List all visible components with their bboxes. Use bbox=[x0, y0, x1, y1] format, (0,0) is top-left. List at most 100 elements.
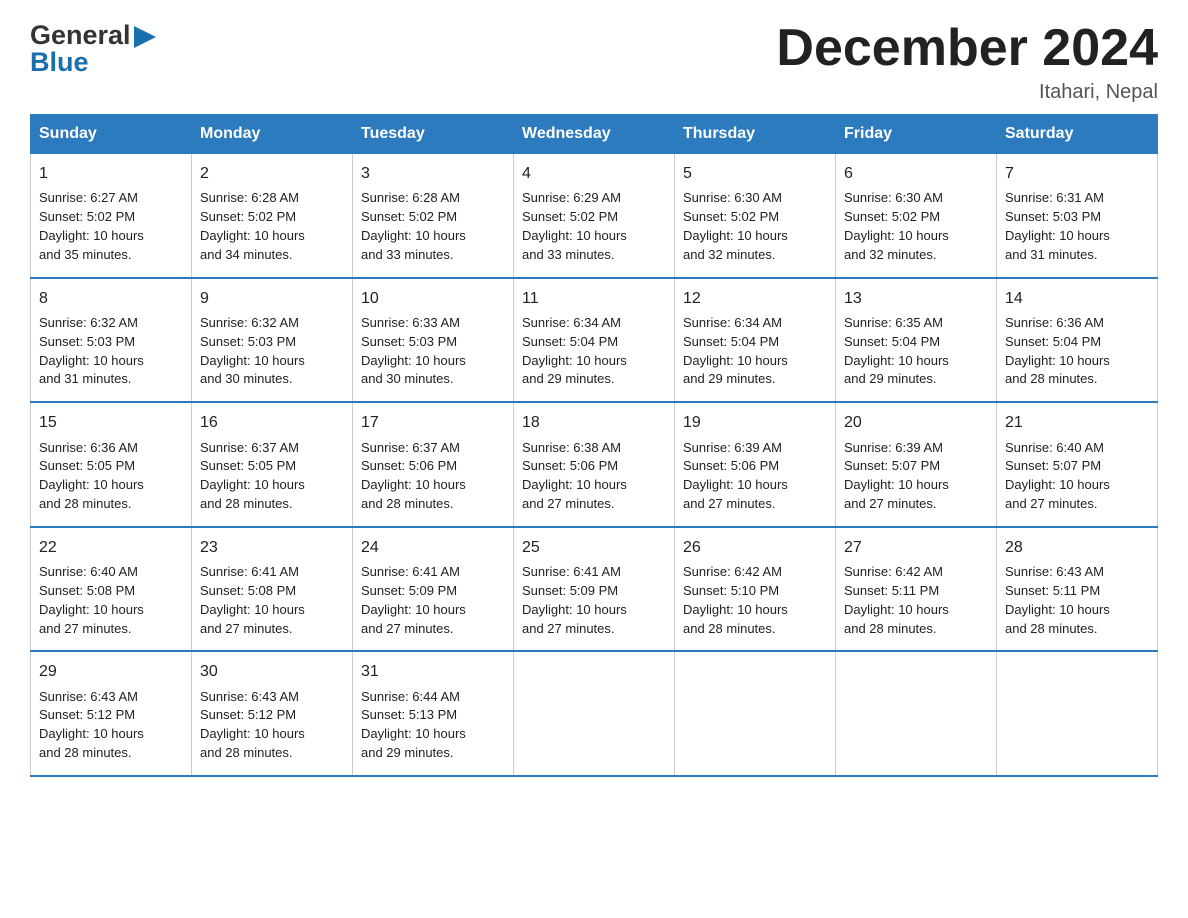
day-details: Sunrise: 6:37 AM Sunset: 5:06 PM Dayligh… bbox=[361, 439, 505, 514]
day-number: 12 bbox=[683, 287, 827, 310]
day-number: 1 bbox=[39, 162, 183, 185]
day-number: 27 bbox=[844, 536, 988, 559]
col-saturday: Saturday bbox=[997, 115, 1158, 154]
table-row: 6 Sunrise: 6:30 AM Sunset: 5:02 PM Dayli… bbox=[836, 154, 997, 278]
day-number: 23 bbox=[200, 536, 344, 559]
table-row: 16 Sunrise: 6:37 AM Sunset: 5:05 PM Dayl… bbox=[192, 402, 353, 527]
col-monday: Monday bbox=[192, 115, 353, 154]
calendar-week-row: 15 Sunrise: 6:36 AM Sunset: 5:05 PM Dayl… bbox=[31, 402, 1158, 527]
calendar-table: Sunday Monday Tuesday Wednesday Thursday… bbox=[30, 114, 1158, 777]
calendar-week-row: 8 Sunrise: 6:32 AM Sunset: 5:03 PM Dayli… bbox=[31, 278, 1158, 403]
table-row: 30 Sunrise: 6:43 AM Sunset: 5:12 PM Dayl… bbox=[192, 651, 353, 776]
day-number: 6 bbox=[844, 162, 988, 185]
table-row: 23 Sunrise: 6:41 AM Sunset: 5:08 PM Dayl… bbox=[192, 527, 353, 652]
day-number: 30 bbox=[200, 660, 344, 683]
table-row: 31 Sunrise: 6:44 AM Sunset: 5:13 PM Dayl… bbox=[353, 651, 514, 776]
calendar-week-row: 1 Sunrise: 6:27 AM Sunset: 5:02 PM Dayli… bbox=[31, 154, 1158, 278]
day-details: Sunrise: 6:35 AM Sunset: 5:04 PM Dayligh… bbox=[844, 314, 988, 389]
calendar-week-row: 22 Sunrise: 6:40 AM Sunset: 5:08 PM Dayl… bbox=[31, 527, 1158, 652]
day-details: Sunrise: 6:42 AM Sunset: 5:11 PM Dayligh… bbox=[844, 563, 988, 638]
day-details: Sunrise: 6:32 AM Sunset: 5:03 PM Dayligh… bbox=[200, 314, 344, 389]
day-details: Sunrise: 6:36 AM Sunset: 5:04 PM Dayligh… bbox=[1005, 314, 1149, 389]
table-row: 2 Sunrise: 6:28 AM Sunset: 5:02 PM Dayli… bbox=[192, 154, 353, 278]
day-details: Sunrise: 6:29 AM Sunset: 5:02 PM Dayligh… bbox=[522, 189, 666, 264]
day-details: Sunrise: 6:43 AM Sunset: 5:12 PM Dayligh… bbox=[39, 688, 183, 763]
table-row: 26 Sunrise: 6:42 AM Sunset: 5:10 PM Dayl… bbox=[675, 527, 836, 652]
day-details: Sunrise: 6:39 AM Sunset: 5:07 PM Dayligh… bbox=[844, 439, 988, 514]
table-row: 29 Sunrise: 6:43 AM Sunset: 5:12 PM Dayl… bbox=[31, 651, 192, 776]
table-row: 7 Sunrise: 6:31 AM Sunset: 5:03 PM Dayli… bbox=[997, 154, 1158, 278]
day-number: 2 bbox=[200, 162, 344, 185]
day-number: 18 bbox=[522, 411, 666, 434]
day-details: Sunrise: 6:30 AM Sunset: 5:02 PM Dayligh… bbox=[683, 189, 827, 264]
day-details: Sunrise: 6:32 AM Sunset: 5:03 PM Dayligh… bbox=[39, 314, 183, 389]
table-row bbox=[675, 651, 836, 776]
day-details: Sunrise: 6:40 AM Sunset: 5:07 PM Dayligh… bbox=[1005, 439, 1149, 514]
table-row: 25 Sunrise: 6:41 AM Sunset: 5:09 PM Dayl… bbox=[514, 527, 675, 652]
day-number: 21 bbox=[1005, 411, 1149, 434]
table-row: 22 Sunrise: 6:40 AM Sunset: 5:08 PM Dayl… bbox=[31, 527, 192, 652]
table-row: 1 Sunrise: 6:27 AM Sunset: 5:02 PM Dayli… bbox=[31, 154, 192, 278]
day-details: Sunrise: 6:34 AM Sunset: 5:04 PM Dayligh… bbox=[683, 314, 827, 389]
day-number: 3 bbox=[361, 162, 505, 185]
table-row: 8 Sunrise: 6:32 AM Sunset: 5:03 PM Dayli… bbox=[31, 278, 192, 403]
day-number: 13 bbox=[844, 287, 988, 310]
table-row: 4 Sunrise: 6:29 AM Sunset: 5:02 PM Dayli… bbox=[514, 154, 675, 278]
day-details: Sunrise: 6:40 AM Sunset: 5:08 PM Dayligh… bbox=[39, 563, 183, 638]
day-details: Sunrise: 6:28 AM Sunset: 5:02 PM Dayligh… bbox=[361, 189, 505, 264]
table-row: 24 Sunrise: 6:41 AM Sunset: 5:09 PM Dayl… bbox=[353, 527, 514, 652]
day-details: Sunrise: 6:37 AM Sunset: 5:05 PM Dayligh… bbox=[200, 439, 344, 514]
table-row: 18 Sunrise: 6:38 AM Sunset: 5:06 PM Dayl… bbox=[514, 402, 675, 527]
table-row: 13 Sunrise: 6:35 AM Sunset: 5:04 PM Dayl… bbox=[836, 278, 997, 403]
day-number: 14 bbox=[1005, 287, 1149, 310]
day-number: 10 bbox=[361, 287, 505, 310]
day-details: Sunrise: 6:41 AM Sunset: 5:09 PM Dayligh… bbox=[522, 563, 666, 638]
table-row: 17 Sunrise: 6:37 AM Sunset: 5:06 PM Dayl… bbox=[353, 402, 514, 527]
day-number: 22 bbox=[39, 536, 183, 559]
day-number: 11 bbox=[522, 287, 666, 310]
table-row bbox=[836, 651, 997, 776]
day-details: Sunrise: 6:43 AM Sunset: 5:11 PM Dayligh… bbox=[1005, 563, 1149, 638]
day-details: Sunrise: 6:36 AM Sunset: 5:05 PM Dayligh… bbox=[39, 439, 183, 514]
day-number: 24 bbox=[361, 536, 505, 559]
day-number: 17 bbox=[361, 411, 505, 434]
day-number: 5 bbox=[683, 162, 827, 185]
day-details: Sunrise: 6:41 AM Sunset: 5:09 PM Dayligh… bbox=[361, 563, 505, 638]
table-row: 28 Sunrise: 6:43 AM Sunset: 5:11 PM Dayl… bbox=[997, 527, 1158, 652]
day-details: Sunrise: 6:30 AM Sunset: 5:02 PM Dayligh… bbox=[844, 189, 988, 264]
day-details: Sunrise: 6:27 AM Sunset: 5:02 PM Dayligh… bbox=[39, 189, 183, 264]
day-details: Sunrise: 6:38 AM Sunset: 5:06 PM Dayligh… bbox=[522, 439, 666, 514]
day-number: 15 bbox=[39, 411, 183, 434]
table-row: 15 Sunrise: 6:36 AM Sunset: 5:05 PM Dayl… bbox=[31, 402, 192, 527]
table-row: 12 Sunrise: 6:34 AM Sunset: 5:04 PM Dayl… bbox=[675, 278, 836, 403]
day-details: Sunrise: 6:34 AM Sunset: 5:04 PM Dayligh… bbox=[522, 314, 666, 389]
table-row bbox=[514, 651, 675, 776]
table-row: 10 Sunrise: 6:33 AM Sunset: 5:03 PM Dayl… bbox=[353, 278, 514, 403]
day-number: 20 bbox=[844, 411, 988, 434]
day-number: 26 bbox=[683, 536, 827, 559]
logo-triangle-icon bbox=[134, 26, 156, 48]
logo: General Blue bbox=[30, 20, 156, 78]
col-tuesday: Tuesday bbox=[353, 115, 514, 154]
day-details: Sunrise: 6:42 AM Sunset: 5:10 PM Dayligh… bbox=[683, 563, 827, 638]
col-wednesday: Wednesday bbox=[514, 115, 675, 154]
day-details: Sunrise: 6:33 AM Sunset: 5:03 PM Dayligh… bbox=[361, 314, 505, 389]
day-details: Sunrise: 6:43 AM Sunset: 5:12 PM Dayligh… bbox=[200, 688, 344, 763]
day-number: 9 bbox=[200, 287, 344, 310]
col-sunday: Sunday bbox=[31, 115, 192, 154]
table-row: 21 Sunrise: 6:40 AM Sunset: 5:07 PM Dayl… bbox=[997, 402, 1158, 527]
day-number: 29 bbox=[39, 660, 183, 683]
table-row: 9 Sunrise: 6:32 AM Sunset: 5:03 PM Dayli… bbox=[192, 278, 353, 403]
title-area: December 2024 Itahari, Nepal bbox=[776, 20, 1158, 104]
table-row: 3 Sunrise: 6:28 AM Sunset: 5:02 PM Dayli… bbox=[353, 154, 514, 278]
col-friday: Friday bbox=[836, 115, 997, 154]
location-text: Itahari, Nepal bbox=[776, 81, 1158, 104]
month-title: December 2024 bbox=[776, 20, 1158, 77]
table-row: 11 Sunrise: 6:34 AM Sunset: 5:04 PM Dayl… bbox=[514, 278, 675, 403]
day-details: Sunrise: 6:44 AM Sunset: 5:13 PM Dayligh… bbox=[361, 688, 505, 763]
day-details: Sunrise: 6:28 AM Sunset: 5:02 PM Dayligh… bbox=[200, 189, 344, 264]
table-row: 19 Sunrise: 6:39 AM Sunset: 5:06 PM Dayl… bbox=[675, 402, 836, 527]
table-row: 20 Sunrise: 6:39 AM Sunset: 5:07 PM Dayl… bbox=[836, 402, 997, 527]
page-header: General Blue December 2024 Itahari, Nepa… bbox=[30, 20, 1158, 104]
table-row: 14 Sunrise: 6:36 AM Sunset: 5:04 PM Dayl… bbox=[997, 278, 1158, 403]
